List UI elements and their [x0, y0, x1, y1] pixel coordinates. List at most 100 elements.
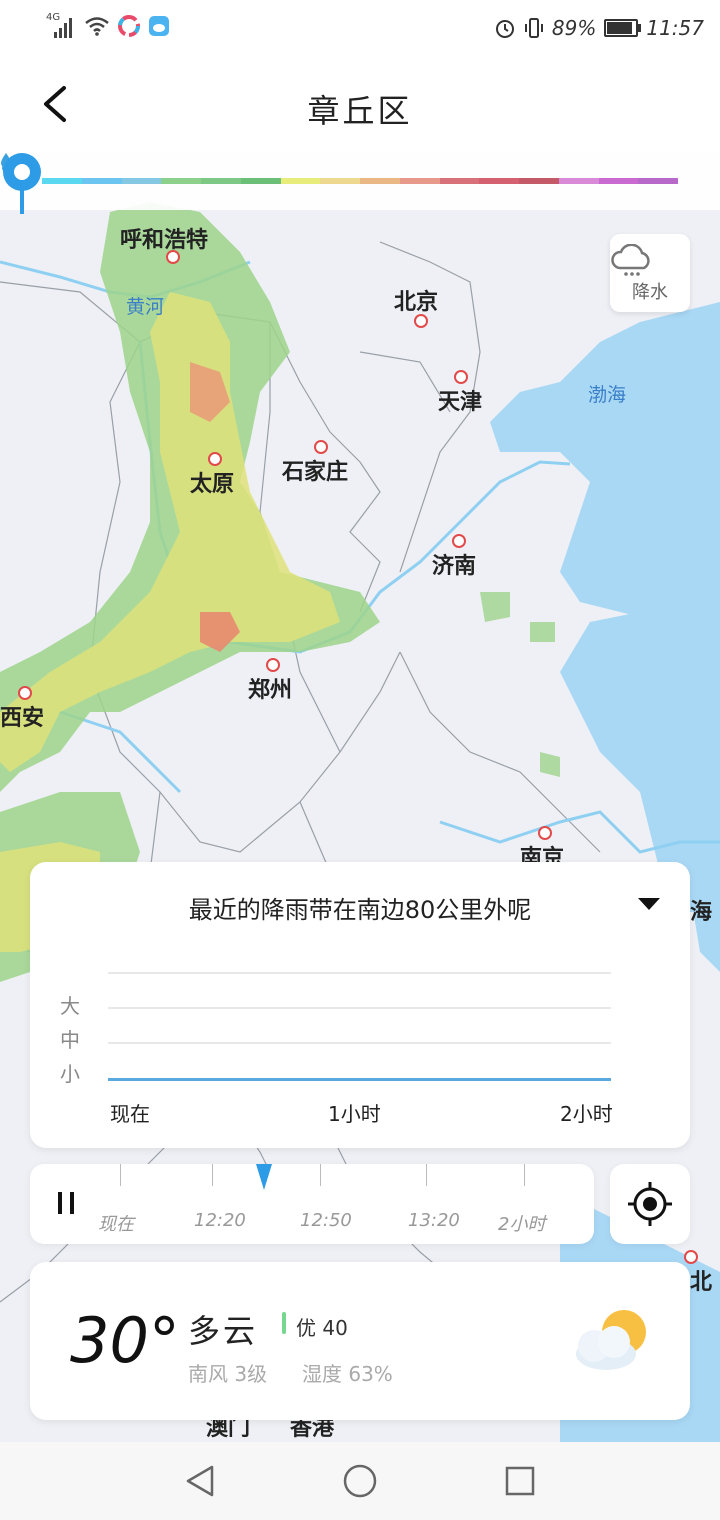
city-dot	[166, 250, 180, 264]
map-canvas	[0, 202, 720, 1442]
city-dot	[414, 314, 428, 328]
app-header: 章丘区	[0, 60, 720, 152]
alarm-icon	[495, 20, 514, 38]
crosshair-icon	[628, 1182, 672, 1226]
pause-icon	[58, 1192, 62, 1214]
legend-color-segment	[161, 178, 201, 184]
y-label-medium: 中	[60, 1028, 80, 1052]
legend-color-segment	[320, 178, 360, 184]
temperature: 30°	[70, 1304, 180, 1377]
precipitation-label: 降水	[632, 282, 668, 303]
legend-color-segment	[201, 178, 241, 184]
sea-label-bohai: 渤海	[588, 384, 627, 406]
city-beijing: 北京	[394, 284, 438, 328]
y-label-heavy: 大	[60, 994, 80, 1018]
legend-color-segment	[42, 178, 82, 184]
status-right: 89% 11:57	[494, 16, 704, 40]
battery-percent: 89%	[551, 16, 597, 40]
legend-color-segment	[638, 178, 678, 184]
timeline-tick	[212, 1164, 213, 1186]
city-dot	[266, 658, 280, 672]
locate-me-button[interactable]	[610, 1164, 690, 1244]
timeline-label: 13:20	[408, 1210, 460, 1231]
timeline-label: 12:20	[194, 1210, 246, 1231]
location-pin-icon[interactable]	[0, 152, 44, 222]
app-notification-icon	[118, 15, 140, 37]
x-label-1h: 1小时	[328, 1102, 381, 1126]
city-shanghai: 海	[690, 900, 713, 925]
rain-cloud-icon	[611, 244, 650, 276]
rain-forecast-card: 最近的降雨带在南边80公里外呢 大 中 小 现在 1小时 2小时	[30, 862, 690, 1148]
x-label-now: 现在	[110, 1102, 150, 1126]
grid-line	[108, 1042, 611, 1044]
signal-icon: 4G	[46, 12, 76, 38]
legend-color-segment	[399, 178, 440, 184]
current-weather-card[interactable]: 30° 多云 优 40 南风 3级 湿度 63%	[30, 1262, 690, 1420]
pause-button[interactable]	[58, 1192, 74, 1214]
y-label-light: 小	[60, 1062, 80, 1086]
timeline-tick	[120, 1164, 121, 1186]
city-tianjin: 天津	[438, 370, 482, 416]
timeline-tick	[524, 1164, 525, 1186]
legend-color-segment	[598, 178, 639, 184]
aqi-value: 优 40	[296, 1316, 348, 1340]
city-dot	[684, 1250, 698, 1264]
legend-color-segment	[280, 178, 321, 184]
legend-color-segment	[240, 178, 281, 184]
vibrate-icon	[524, 18, 543, 38]
city-dot	[208, 452, 222, 466]
city-taiyuan: 太原	[190, 452, 234, 498]
city-dot	[452, 534, 466, 548]
legend-color-segment	[479, 178, 519, 184]
timeline-tick	[426, 1164, 427, 1186]
legend-color-segment	[558, 178, 599, 184]
timeline-position-marker[interactable]	[256, 1164, 272, 1190]
status-left: 4G	[46, 12, 170, 38]
precip-legend	[0, 152, 720, 210]
rain-summary: 最近的降雨带在南边80公里外呢	[188, 896, 532, 924]
city-shijiazhuang: 石家庄	[282, 440, 348, 486]
humidity-info: 湿度 63%	[302, 1362, 393, 1386]
wifi-icon	[85, 17, 109, 36]
x-label-2h: 2小时	[560, 1102, 613, 1126]
grid-line	[108, 1007, 611, 1009]
precipitation-layer-button[interactable]: 降水	[610, 234, 690, 312]
city-huhehaote: 呼和浩特	[120, 222, 208, 264]
weather-condition: 多云	[188, 1312, 259, 1350]
timeline-tick	[320, 1164, 321, 1186]
city-xian: 西安	[0, 686, 44, 732]
collapse-arrow-icon[interactable]	[638, 898, 660, 910]
page-title: 章丘区	[307, 92, 413, 130]
legend-color-segment	[519, 178, 559, 184]
wind-info: 南风 3级	[188, 1362, 268, 1386]
status-bar: 4G 89% 11:57	[0, 0, 720, 60]
partly-cloudy-icon	[576, 1310, 646, 1370]
nav-recents-icon[interactable]	[504, 1465, 536, 1497]
city-jinan: 济南	[432, 534, 476, 580]
city-dot	[314, 440, 328, 454]
timeline-label: 现在	[98, 1214, 134, 1235]
radar-timeline[interactable]: 现在 12:20 12:50 13:20 2小时	[30, 1164, 594, 1244]
radar-map[interactable]: 呼和浩特 北京 天津 太原 石家庄 济南 郑州 西安 南京 海 北 澳门 香港 …	[0, 152, 720, 1442]
legend-color-segment	[360, 178, 400, 184]
legend-color-segment	[121, 178, 162, 184]
legend-color-segment	[81, 178, 122, 184]
aqi-indicator	[282, 1312, 286, 1334]
precip-intensity-line	[108, 1078, 611, 1081]
city-dot	[538, 826, 552, 840]
nav-back-icon[interactable]	[184, 1464, 216, 1498]
system-nav-bar	[0, 1442, 720, 1520]
river-label-huanghe: 黄河	[126, 296, 165, 318]
city-taipei: 北	[684, 1250, 712, 1296]
nav-home-icon[interactable]	[342, 1463, 378, 1499]
precip-color-scale	[42, 178, 678, 184]
timeline-label: 12:50	[300, 1210, 352, 1231]
weather-app-icon	[149, 16, 169, 36]
city-dot	[454, 370, 468, 384]
battery-icon	[604, 19, 642, 37]
grid-line	[108, 972, 611, 974]
city-dot	[18, 686, 32, 700]
clock: 11:57	[646, 16, 704, 40]
city-zhengzhou: 郑州	[248, 658, 292, 704]
timeline-label: 2小时	[498, 1214, 546, 1235]
